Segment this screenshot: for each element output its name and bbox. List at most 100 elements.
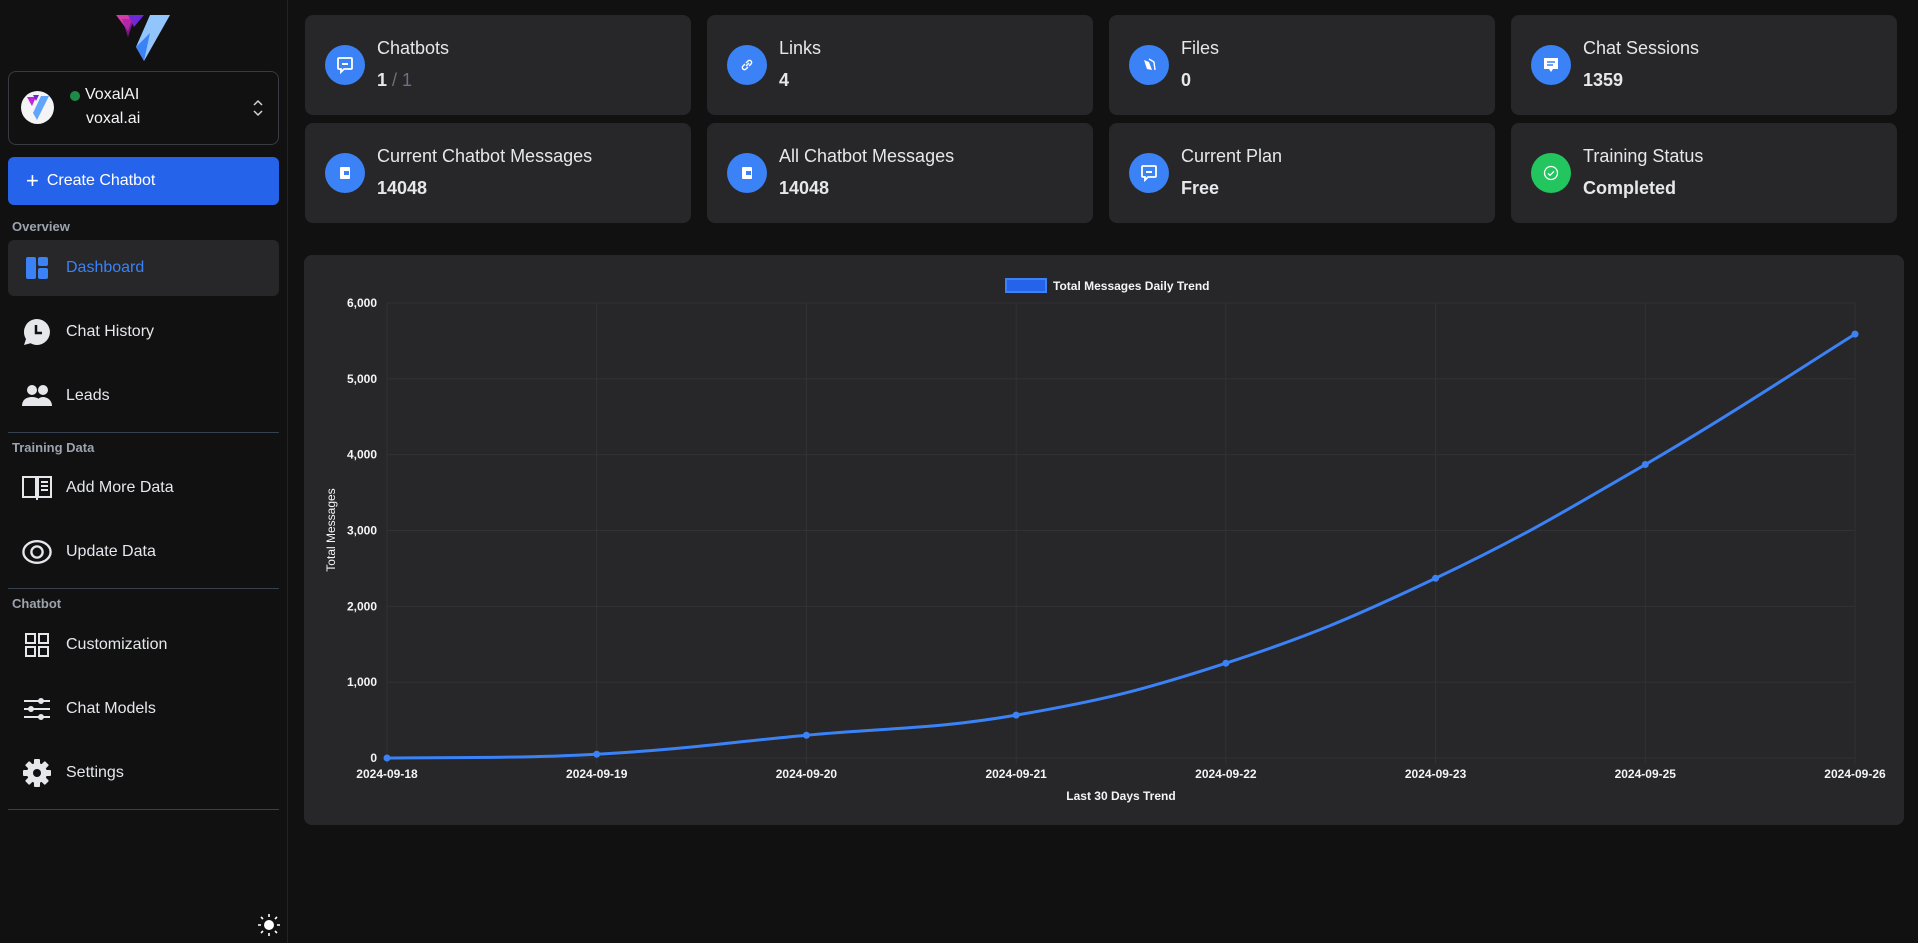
create-chatbot-button[interactable]: + Create Chatbot [8, 157, 279, 205]
link-icon [727, 45, 767, 85]
chevron-up-down-icon [253, 99, 263, 117]
stat-card-links: Links 4 [707, 15, 1093, 115]
x-tick-label: 2024-09-21 [985, 767, 1047, 781]
sun-icon[interactable] [258, 914, 280, 936]
x-tick-label: 2024-09-19 [566, 767, 628, 781]
chatbot-icon [1129, 153, 1169, 193]
create-chatbot-label: Create Chatbot [46, 172, 156, 189]
stat-card-chatbots: Chatbots 1 / 1 [305, 15, 691, 115]
book-icon [22, 473, 52, 503]
stat-value: 14048 [779, 178, 830, 198]
stat-value: 1359 [1583, 70, 1624, 90]
y-tick-label: 5,000 [347, 372, 377, 386]
sidebar-item-label: Settings [66, 764, 124, 781]
stat-value: 0 [1181, 70, 1192, 90]
stat-label: Chatbots [377, 38, 450, 58]
stat-value: 1 / 1 [377, 70, 412, 91]
x-axis-title: Last 30 Days Trend [1066, 789, 1175, 803]
stat-card-training-status: Training Status Completed [1511, 123, 1897, 223]
x-tick-label: 2024-09-20 [776, 767, 838, 781]
account-domain: voxal.ai [86, 110, 141, 127]
stat-label: All Chatbot Messages [779, 146, 955, 166]
chatbot-icon [325, 45, 365, 85]
x-tick-label: 2024-09-18 [356, 767, 418, 781]
eye-icon [22, 537, 52, 567]
sidebar-item-dashboard[interactable]: Dashboard [8, 240, 279, 296]
wallet-icon [325, 153, 365, 193]
y-tick-label: 1,000 [347, 675, 377, 689]
sidebar-divider [8, 432, 279, 433]
sidebar-item-chat-history[interactable]: Chat History [8, 304, 279, 360]
x-tick-label: 2024-09-23 [1405, 767, 1467, 781]
online-status-dot [70, 91, 80, 101]
stat-label: Links [779, 38, 822, 58]
sidebar: VoxalAI voxal.ai + Create Chatbot Overvi… [0, 0, 288, 943]
data-point[interactable] [1641, 461, 1649, 469]
sidebar-divider [8, 809, 279, 810]
chat-history-icon [22, 317, 52, 347]
sidebar-item-label: Chat History [66, 323, 155, 340]
data-point[interactable] [1432, 574, 1440, 582]
stat-value: 4 [779, 70, 790, 90]
sidebar-divider [8, 588, 279, 589]
stat-label: Current Plan [1181, 146, 1283, 166]
messages-trend-chart: 0 1,000 2,000 3,000 4,000 5,000 6,000 2024-09-… [304, 255, 1904, 825]
account-name: VoxalAI [85, 86, 140, 103]
y-tick-label: 3,000 [347, 524, 377, 538]
x-tick-label: 2024-09-26 [1824, 767, 1886, 781]
check-circle-icon [1531, 153, 1571, 193]
y-tick-label: 6,000 [347, 296, 377, 310]
sidebar-item-settings[interactable]: Settings [8, 745, 279, 801]
x-tick-label: 2024-09-25 [1615, 767, 1677, 781]
sidebar-item-chat-models[interactable]: Chat Models [8, 681, 279, 737]
plus-icon: + [26, 168, 39, 193]
data-point[interactable] [1851, 330, 1859, 338]
avatar [21, 91, 54, 124]
stat-card-current-plan: Current Plan Free [1109, 123, 1495, 223]
section-label-chatbot: Chatbot [12, 596, 62, 611]
section-label-training-data: Training Data [12, 440, 95, 455]
account-switcher[interactable]: VoxalAI voxal.ai [8, 71, 279, 145]
sidebar-item-label: Customization [66, 636, 168, 653]
sidebar-item-label: Update Data [66, 543, 156, 560]
data-point[interactable] [1222, 659, 1230, 667]
y-axis-title: Total Messages [324, 488, 338, 571]
sidebar-item-customization[interactable]: Customization [8, 617, 279, 673]
sidebar-item-add-more-data[interactable]: Add More Data [8, 460, 279, 516]
chatbots-count: 1 [377, 70, 388, 90]
message-icon [1531, 45, 1571, 85]
stat-card-all-chatbot-messages: All Chatbot Messages 14048 [707, 123, 1093, 223]
data-point[interactable] [593, 750, 601, 758]
sidebar-item-label: Leads [66, 387, 110, 404]
sidebar-item-label: Chat Models [66, 700, 156, 717]
legend-swatch[interactable] [1005, 278, 1047, 293]
x-tick-label: 2024-09-22 [1195, 767, 1257, 781]
data-point[interactable] [1012, 711, 1020, 719]
voxal-logo [116, 15, 170, 61]
files-icon [1129, 45, 1169, 85]
data-point[interactable] [802, 731, 810, 739]
y-tick-label: 2,000 [347, 599, 377, 613]
sliders-icon [22, 694, 52, 724]
legend-label[interactable]: Total Messages Daily Trend [1053, 279, 1210, 293]
line-chart: 0 1,000 2,000 3,000 4,000 5,000 6,000 2024-09-… [324, 278, 1886, 803]
sidebar-item-update-data[interactable]: Update Data [8, 524, 279, 580]
stat-card-files: Files 0 [1109, 15, 1495, 115]
stat-label: Current Chatbot Messages [377, 146, 593, 166]
sidebar-item-label: Dashboard [66, 259, 145, 276]
stat-label: Training Status [1583, 146, 1704, 166]
y-tick-label: 4,000 [347, 448, 377, 462]
chatbots-limit: / 1 [392, 70, 413, 90]
data-point[interactable] [383, 754, 391, 762]
sidebar-item-label: Add More Data [66, 479, 174, 496]
dashboard-icon [22, 253, 52, 283]
sidebar-item-leads[interactable]: Leads [8, 368, 279, 424]
stat-card-chat-sessions: Chat Sessions 1359 [1511, 15, 1897, 115]
grid-icon [22, 630, 52, 660]
series-line [386, 332, 1856, 760]
gear-icon [22, 758, 52, 788]
stat-label: Files [1181, 38, 1220, 58]
stat-label: Chat Sessions [1583, 38, 1700, 58]
users-icon [22, 381, 52, 411]
stat-card-current-chatbot-messages: Current Chatbot Messages 14048 [305, 123, 691, 223]
